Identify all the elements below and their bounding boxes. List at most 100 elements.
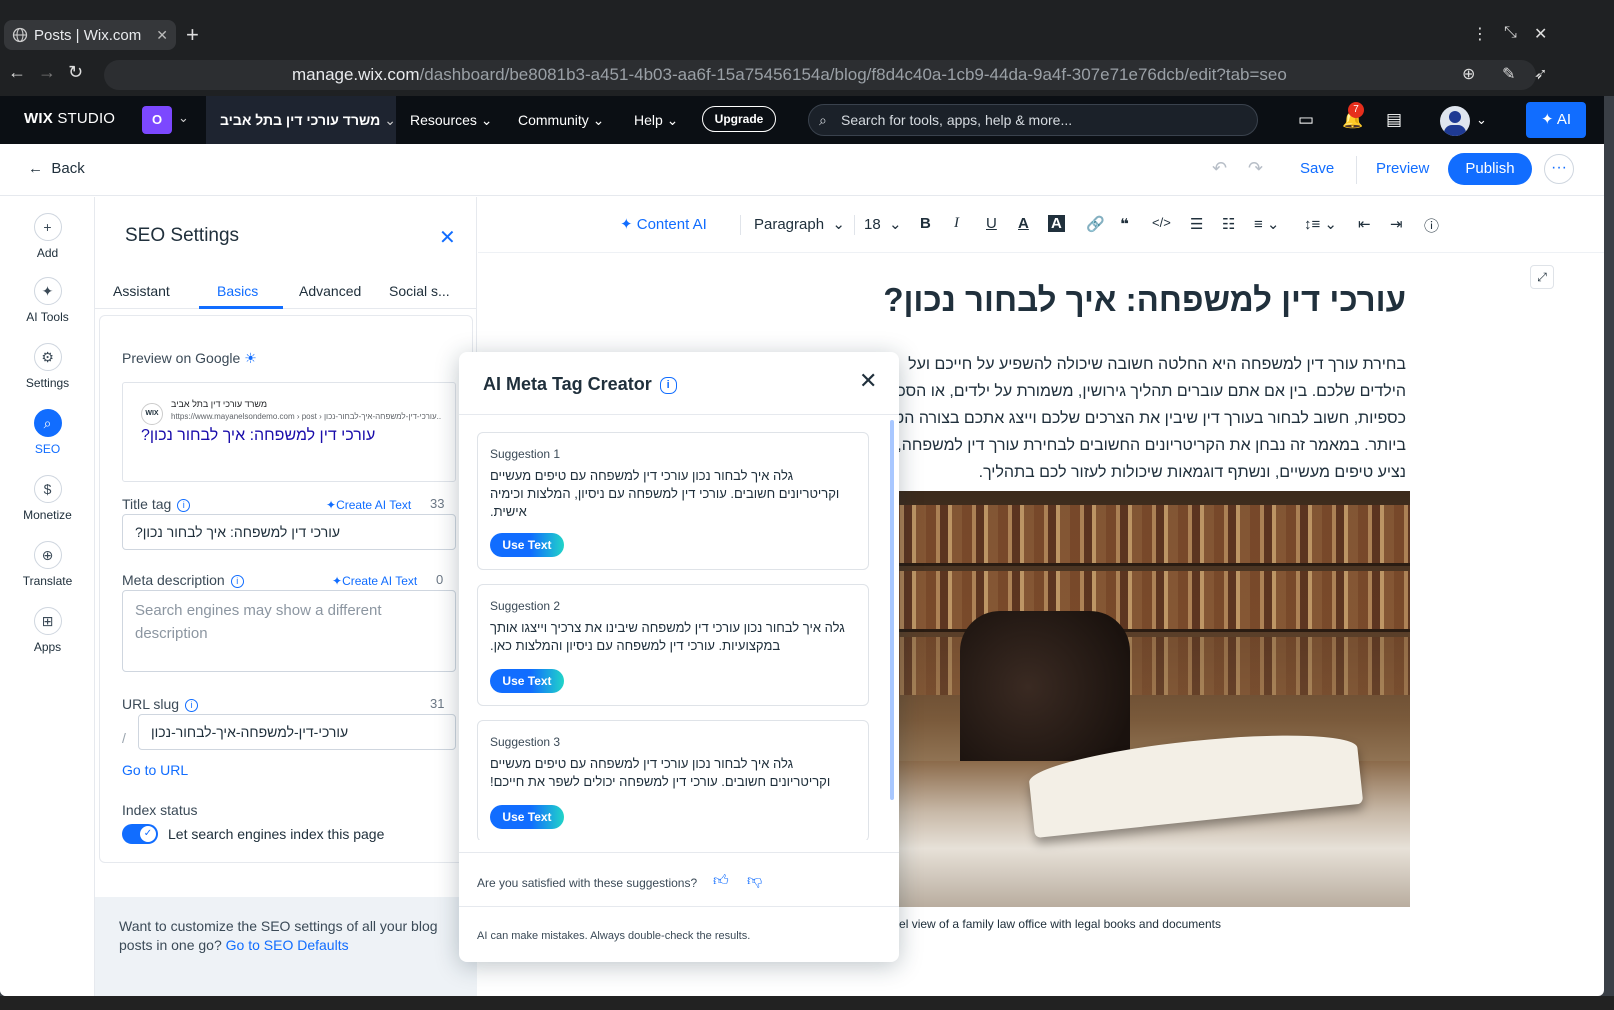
- publish-button[interactable]: Publish: [1448, 153, 1532, 185]
- back-button[interactable]: ← Back: [28, 160, 85, 177]
- line-spacing-icon[interactable]: ↕≡ ⌄: [1304, 215, 1337, 233]
- dialog-title: AI Meta Tag Creator i: [483, 374, 677, 395]
- restore-window-icon[interactable]: ⤡: [1504, 24, 1517, 42]
- font-size-dropdown[interactable]: 18 ⌄: [864, 215, 902, 233]
- nav-help[interactable]: Help ⌄: [634, 112, 678, 129]
- info-icon[interactable]: i: [177, 498, 191, 512]
- site-selector[interactable]: משרד עורכי דין בתל אביב ⌄: [206, 96, 396, 144]
- cursor-icon[interactable]: ➶: [1534, 64, 1547, 84]
- title-tag-input[interactable]: עורכי דין למשפחה: איך לבחור נכון?: [122, 514, 456, 550]
- ai-assistant-button[interactable]: ✦ AI: [1526, 102, 1586, 138]
- bold-icon[interactable]: B: [920, 215, 931, 232]
- reload-icon[interactable]: ↻: [68, 62, 83, 83]
- divider: [459, 906, 899, 907]
- lightbulb-icon[interactable]: ☀: [244, 350, 257, 366]
- align-icon[interactable]: ≡ ⌄: [1254, 215, 1280, 233]
- use-text-button[interactable]: Use Text: [490, 805, 564, 829]
- info-icon[interactable]: i: [230, 574, 244, 588]
- chevron-down-icon[interactable]: ⌄: [178, 110, 189, 126]
- redo-icon[interactable]: ↷: [1248, 158, 1263, 179]
- rail-item-add[interactable]: + Add: [0, 213, 95, 260]
- italic-icon[interactable]: I: [954, 215, 959, 232]
- close-window-icon[interactable]: ✕: [1534, 24, 1547, 44]
- seo-defaults-link[interactable]: Go to SEO Defaults: [226, 937, 349, 953]
- info-icon[interactable]: ⓘ: [1424, 215, 1439, 236]
- address-bar[interactable]: manage.wix.com/dashboard/be8081b3-a451-4…: [104, 60, 1536, 90]
- rail-item-settings[interactable]: ⚙ Settings: [0, 343, 95, 390]
- more-actions-button[interactable]: ···: [1544, 154, 1574, 184]
- back-arrow-icon[interactable]: ←: [8, 62, 26, 83]
- create-ai-text-title-button[interactable]: ✦Create AI Text: [326, 498, 411, 512]
- undo-icon[interactable]: ↶: [1212, 158, 1227, 179]
- nav-resources[interactable]: Resources ⌄: [410, 112, 493, 129]
- meta-description-input[interactable]: Search engines may show a different desc…: [122, 590, 456, 672]
- close-icon[interactable]: ✕: [859, 368, 877, 394]
- expand-icon[interactable]: ⤢: [1530, 265, 1554, 289]
- url-host: manage.wix.com: [292, 65, 420, 84]
- go-to-url-link[interactable]: Go to URL: [122, 762, 188, 778]
- new-tab-icon[interactable]: +: [186, 22, 199, 48]
- rail-item-monetize[interactable]: $ Monetize: [0, 475, 95, 522]
- info-icon[interactable]: i: [185, 698, 199, 712]
- browser-tab[interactable]: Posts | Wix.com ✕: [4, 20, 176, 50]
- kebab-menu-icon[interactable]: ⋮: [1472, 24, 1488, 44]
- increase-indent-icon[interactable]: ⇥: [1390, 215, 1403, 233]
- search-input[interactable]: ⌕ Search for tools, apps, help & more...: [808, 104, 1258, 136]
- google-breadcrumb: https://www.mayanelsondemo.com › post › …: [171, 412, 441, 421]
- thumbs-down-icon[interactable]: 👎︎: [747, 872, 762, 890]
- tab-basics[interactable]: Basics: [217, 283, 258, 299]
- meta-char-count: 0: [436, 572, 444, 587]
- rail-item-apps[interactable]: ⊞ Apps: [0, 607, 95, 654]
- url-slug-input[interactable]: עורכי-דין-למשפחה-איך-לבחור-נכון: [138, 714, 456, 750]
- tab-assistant[interactable]: Assistant: [113, 283, 170, 299]
- site-avatar[interactable]: O: [142, 106, 172, 134]
- content-ai-button[interactable]: ✦ Content AI: [620, 215, 707, 233]
- text-color-icon[interactable]: A: [1018, 215, 1029, 232]
- wix-studio-logo[interactable]: WIX STUDIO: [24, 110, 115, 127]
- use-text-button[interactable]: Use Text: [490, 533, 564, 557]
- news-icon[interactable]: ▤: [1386, 110, 1402, 130]
- code-icon[interactable]: </>: [1152, 215, 1171, 230]
- thumbs-up-icon[interactable]: 👍︎: [713, 872, 729, 890]
- upgrade-button[interactable]: Upgrade: [702, 106, 776, 132]
- chat-icon[interactable]: ▭: [1298, 110, 1314, 130]
- post-title[interactable]: עורכי דין למשפחה: איך לבחור נכון?: [883, 281, 1406, 319]
- close-icon[interactable]: ✕: [439, 225, 456, 250]
- index-status-label: Index status: [122, 802, 198, 818]
- index-toggle[interactable]: [122, 824, 158, 844]
- sparkle-icon: ✦: [33, 277, 62, 305]
- highlight-icon[interactable]: A: [1048, 215, 1065, 232]
- rail-item-seo[interactable]: ⌕ SEO: [0, 409, 95, 456]
- bulleted-list-icon[interactable]: ☷: [1222, 215, 1235, 233]
- underline-icon[interactable]: U: [986, 215, 997, 232]
- tab-close-icon[interactable]: ✕: [156, 27, 168, 44]
- pen-icon[interactable]: ✎: [1502, 64, 1515, 84]
- forward-arrow-icon[interactable]: →: [38, 62, 56, 83]
- divider: [854, 215, 855, 235]
- rail-item-ai-tools[interactable]: ✦ AI Tools: [0, 277, 95, 324]
- nav-community[interactable]: Community ⌄: [518, 112, 604, 129]
- chevron-down-icon[interactable]: ⌄: [1476, 112, 1487, 128]
- decrease-indent-icon[interactable]: ⇤: [1358, 215, 1371, 233]
- info-icon[interactable]: i: [659, 376, 677, 394]
- numbered-list-icon[interactable]: ☰: [1190, 215, 1203, 233]
- divider: [1356, 156, 1357, 184]
- search-icon: ⌕: [819, 112, 827, 128]
- scrollbar[interactable]: [890, 420, 894, 800]
- quote-icon[interactable]: ❝: [1120, 215, 1129, 233]
- create-ai-text-meta-button[interactable]: ✦Create AI Text: [332, 574, 417, 588]
- text-toolbar: ✦ Content AI Paragraph ⌄ 18 ⌄ B I U A A …: [478, 197, 1604, 253]
- avatar[interactable]: [1440, 106, 1470, 136]
- post-body-paragraph[interactable]: בחירת עורך דין למשפחה היא החלטה חשובה שי…: [866, 351, 1406, 486]
- link-icon[interactable]: 🔗: [1086, 215, 1105, 233]
- paragraph-style-dropdown[interactable]: Paragraph ⌄: [754, 215, 845, 233]
- preview-button[interactable]: Preview: [1376, 160, 1429, 177]
- rail-item-translate[interactable]: ⊕ Translate: [0, 541, 95, 588]
- seo-basics-form: Preview on Google ☀ WIX משרד עורכי דין ב…: [99, 315, 473, 863]
- save-button[interactable]: Save: [1300, 160, 1334, 177]
- use-text-button[interactable]: Use Text: [490, 669, 564, 693]
- seo-settings-panel: SEO Settings ✕ Assistant Basics Advanced…: [95, 197, 477, 996]
- translate-page-icon[interactable]: ⊕: [1462, 64, 1475, 84]
- tab-advanced[interactable]: Advanced: [299, 283, 361, 299]
- tab-social-share[interactable]: Social s...: [389, 283, 450, 299]
